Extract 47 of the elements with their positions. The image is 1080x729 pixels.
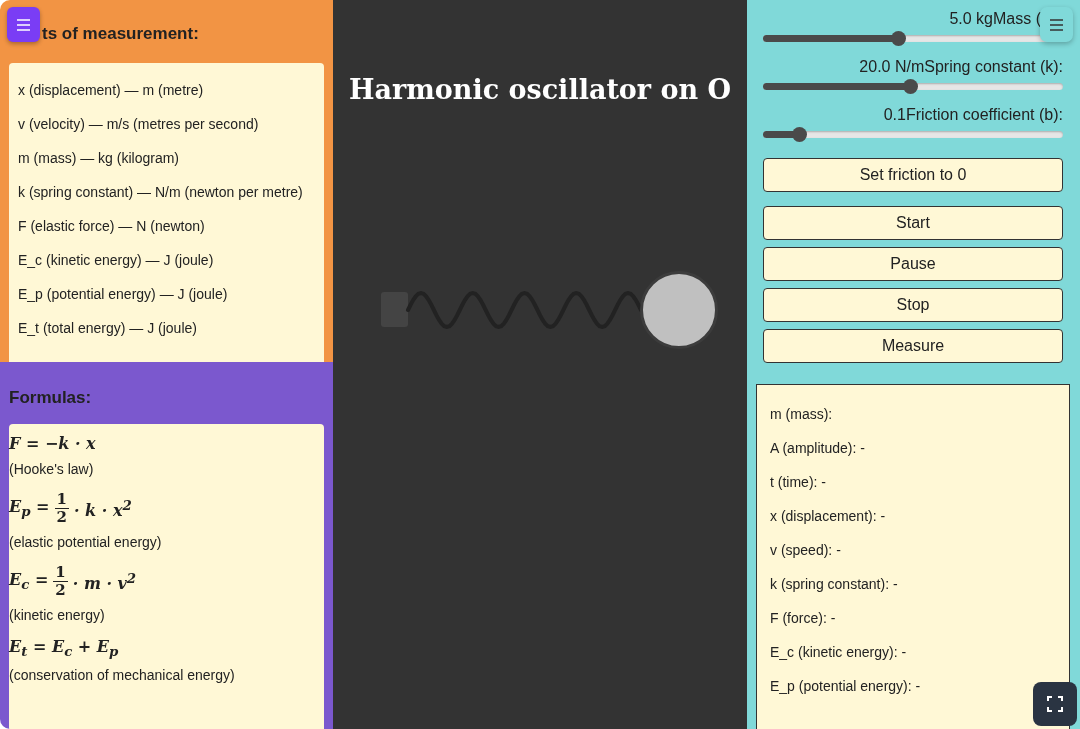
formula: F = −k · x <box>9 434 96 453</box>
unit-item: F (elastic force) — N (newton) <box>18 217 206 236</box>
formula-caption: (kinetic energy) <box>9 607 105 623</box>
measurement-item: E_p (potential energy): - <box>770 677 922 696</box>
menu-button[interactable] <box>1040 7 1073 42</box>
menu-icon <box>17 18 30 31</box>
section-heading: Formulas: <box>9 387 93 409</box>
measurement-item: F (force): - <box>770 609 837 628</box>
measurement-item: t (time): - <box>770 473 827 492</box>
measurement-item: E_c (kinetic energy): - <box>770 643 908 662</box>
action-button[interactable]: Pause <box>763 247 1063 281</box>
unit-item: x (displacement) — m (metre) <box>18 81 205 100</box>
page-title: Harmonic oscillator on O <box>347 73 733 105</box>
fullscreen-icon <box>1047 696 1063 712</box>
slider-label: Spring constant (k): <box>924 57 1063 77</box>
formula-caption: (Hooke's law) <box>9 461 94 477</box>
unit-item: v (velocity) — m/s (metres per second) <box>18 115 260 134</box>
menu-icon <box>1050 18 1063 31</box>
slider-value: 20.0 N/m <box>859 57 925 77</box>
formula: E$_{t}$ = E$_{c}$ + E$_{p}$ <box>9 637 119 660</box>
slider-label: Mass ( <box>993 9 1041 29</box>
unit-item: E_c (kinetic energy) — J (joule) <box>18 251 215 270</box>
wall-block <box>381 292 408 327</box>
menu-button[interactable] <box>7 7 40 42</box>
slider-thumb[interactable] <box>903 79 918 94</box>
unit-item: m (mass) — kg (kilogram) <box>18 149 180 168</box>
action-button[interactable]: Stop <box>763 288 1063 322</box>
slider-thumb[interactable] <box>792 127 807 142</box>
unit-item: k (spring constant) — N/m (newton per metre) <box>18 183 304 202</box>
measurement-item: m (mass): <box>770 405 834 424</box>
measurement-item: x (displacement): - <box>770 507 887 526</box>
unit-item: E_p (potential energy) — J (joule) <box>18 285 229 304</box>
action-button[interactable]: Set friction to 0 <box>763 158 1063 192</box>
unit-item: E_t (total energy) — J (joule) <box>18 319 198 338</box>
formula-caption: (elastic potential energy) <box>9 534 162 550</box>
slider-thumb[interactable] <box>891 31 906 46</box>
formula-caption: (conservation of mechanical energy) <box>9 667 235 684</box>
slider-value: 5.0 kg <box>949 9 993 29</box>
action-button[interactable]: Measure <box>763 329 1063 363</box>
measurement-item: v (speed): - <box>770 541 842 560</box>
section-heading: ts of measurement: <box>42 23 200 45</box>
slider-label: Friction coefficient (b): <box>905 105 1063 125</box>
measurement-item: A (amplitude): - <box>770 439 866 458</box>
fullscreen-button[interactable] <box>1033 682 1077 726</box>
slider-value: 0.1 <box>883 105 906 125</box>
measurement-item: k (spring constant): - <box>770 575 899 594</box>
action-button[interactable]: Start <box>763 206 1063 240</box>
